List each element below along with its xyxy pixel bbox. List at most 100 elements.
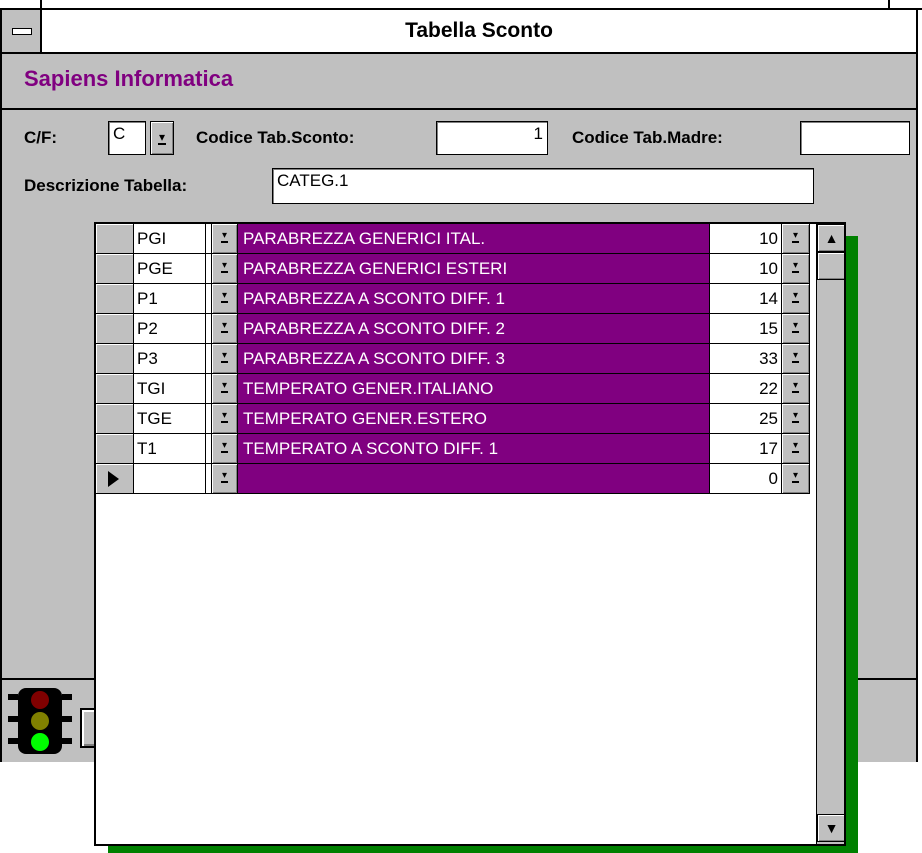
description-cell[interactable] <box>238 464 710 494</box>
cf-dropdown-button[interactable]: ▾ <box>150 121 174 155</box>
row-selector[interactable] <box>96 374 134 404</box>
vertical-scrollbar[interactable]: ▲ ▼ <box>816 224 844 844</box>
table-row: ▾ 0 ▾ <box>96 464 816 494</box>
value-dropdown-button[interactable]: ▾ <box>782 404 810 434</box>
dropdown-arrow-icon: ▾ <box>220 320 229 333</box>
code-dropdown-button[interactable]: ▾ <box>212 314 238 344</box>
dropdown-arrow-icon: ▾ <box>157 130 167 145</box>
value-dropdown-button[interactable]: ▾ <box>782 224 810 254</box>
code-cell[interactable]: P1 <box>134 284 206 314</box>
dropdown-arrow-icon: ▾ <box>220 350 229 363</box>
dropdown-arrow-icon: ▾ <box>220 290 229 303</box>
discount-value-cell[interactable]: 0 <box>710 464 782 494</box>
dropdown-arrow-icon: ▾ <box>791 320 800 333</box>
description-cell[interactable]: PARABREZZA GENERICI ITAL. <box>238 224 710 254</box>
row-selector[interactable] <box>96 404 134 434</box>
codice-sconto-label: Codice Tab.Sconto: <box>196 128 355 147</box>
system-menu-icon <box>12 28 32 35</box>
cf-field[interactable]: C <box>108 121 146 155</box>
table-row: PGE ▾ PARABREZZA GENERICI ESTERI 10 ▾ <box>96 254 816 284</box>
code-cell[interactable]: P3 <box>134 344 206 374</box>
row-selector[interactable] <box>96 224 134 254</box>
description-cell[interactable]: TEMPERATO GENER.ITALIANO <box>238 374 710 404</box>
row-selector[interactable] <box>96 344 134 374</box>
row-selector[interactable] <box>96 434 134 464</box>
background-strip <box>0 0 922 10</box>
value-dropdown-button[interactable]: ▾ <box>782 374 810 404</box>
table-row: T1 ▾ TEMPERATO A SCONTO DIFF. 1 17 ▾ <box>96 434 816 464</box>
codice-madre-field[interactable] <box>800 121 910 155</box>
code-dropdown-button[interactable]: ▾ <box>212 404 238 434</box>
dropdown-arrow-icon: ▾ <box>791 470 800 483</box>
code-dropdown-button[interactable]: ▾ <box>212 284 238 314</box>
dropdown-arrow-icon: ▾ <box>791 230 800 243</box>
dropdown-arrow-icon: ▾ <box>220 440 229 453</box>
dropdown-arrow-icon: ▾ <box>791 350 800 363</box>
row-selector[interactable] <box>96 464 134 494</box>
codice-madre-label: Codice Tab.Madre: <box>572 128 723 147</box>
code-cell[interactable]: TGE <box>134 404 206 434</box>
description-cell[interactable]: PARABREZZA A SCONTO DIFF. 2 <box>238 314 710 344</box>
scroll-up-button[interactable]: ▲ <box>817 224 844 252</box>
value-dropdown-button[interactable]: ▾ <box>782 284 810 314</box>
value-dropdown-button[interactable]: ▾ <box>782 464 810 494</box>
description-cell[interactable]: PARABREZZA A SCONTO DIFF. 1 <box>238 284 710 314</box>
discount-value-cell[interactable]: 25 <box>710 404 782 434</box>
codice-sconto-field[interactable]: 1 <box>436 121 548 155</box>
descrizione-label: Descrizione Tabella: <box>24 176 188 195</box>
table-row: PGI ▾ PARABREZZA GENERICI ITAL. 10 ▾ <box>96 224 816 254</box>
company-name: Sapiens Informatica <box>24 66 234 91</box>
value-dropdown-button[interactable]: ▾ <box>782 254 810 284</box>
dropdown-arrow-icon: ▾ <box>791 260 800 273</box>
discount-value-cell[interactable]: 14 <box>710 284 782 314</box>
table-row: TGI ▾ TEMPERATO GENER.ITALIANO 22 ▾ <box>96 374 816 404</box>
discount-value-cell[interactable]: 33 <box>710 344 782 374</box>
scroll-up-arrow-icon: ▲ <box>824 230 839 246</box>
description-cell[interactable]: PARABREZZA GENERICI ESTERI <box>238 254 710 284</box>
header-divider <box>2 108 916 110</box>
description-cell[interactable]: TEMPERATO GENER.ESTERO <box>238 404 710 434</box>
dropdown-arrow-icon: ▾ <box>220 380 229 393</box>
value-dropdown-button[interactable]: ▾ <box>782 344 810 374</box>
code-cell[interactable]: PGI <box>134 224 206 254</box>
code-dropdown-button[interactable]: ▾ <box>212 434 238 464</box>
dropdown-arrow-icon: ▾ <box>220 260 229 273</box>
description-cell[interactable]: TEMPERATO A SCONTO DIFF. 1 <box>238 434 710 464</box>
cf-label: C/F: <box>24 128 58 147</box>
table-row: TGE ▾ TEMPERATO GENER.ESTERO 25 ▾ <box>96 404 816 434</box>
scroll-down-arrow-icon: ▼ <box>824 820 839 836</box>
description-cell[interactable]: PARABREZZA A SCONTO DIFF. 3 <box>238 344 710 374</box>
row-selector[interactable] <box>96 314 134 344</box>
dropdown-arrow-icon: ▾ <box>791 410 800 423</box>
dropdown-arrow-icon: ▾ <box>791 290 800 303</box>
code-dropdown-button[interactable]: ▾ <box>212 224 238 254</box>
code-cell[interactable]: T1 <box>134 434 206 464</box>
code-cell[interactable]: P2 <box>134 314 206 344</box>
descrizione-field[interactable]: CATEG.1 <box>272 168 814 204</box>
system-menu-button[interactable] <box>2 10 42 52</box>
code-dropdown-button[interactable]: ▾ <box>212 254 238 284</box>
discount-value-cell[interactable]: 10 <box>710 224 782 254</box>
code-dropdown-button[interactable]: ▾ <box>212 344 238 374</box>
discount-value-cell[interactable]: 10 <box>710 254 782 284</box>
value-dropdown-button[interactable]: ▾ <box>782 314 810 344</box>
discount-table: PGI ▾ PARABREZZA GENERICI ITAL. 10 ▾ PGE ▾ PARA… <box>94 222 846 846</box>
current-row-pointer-icon <box>108 471 119 487</box>
code-cell[interactable] <box>134 464 206 494</box>
row-selector[interactable] <box>96 254 134 284</box>
scroll-thumb[interactable] <box>817 252 844 280</box>
code-dropdown-button[interactable]: ▾ <box>212 464 238 494</box>
window-title: Tabella Sconto <box>405 19 553 42</box>
code-cell[interactable]: PGE <box>134 254 206 284</box>
scroll-down-button[interactable]: ▼ <box>817 814 844 842</box>
code-cell[interactable]: TGI <box>134 374 206 404</box>
dropdown-arrow-icon: ▾ <box>220 470 229 483</box>
code-dropdown-button[interactable]: ▾ <box>212 374 238 404</box>
title-bar: Tabella Sconto <box>2 10 916 54</box>
row-selector[interactable] <box>96 284 134 314</box>
value-dropdown-button[interactable]: ▾ <box>782 434 810 464</box>
discount-value-cell[interactable]: 15 <box>710 314 782 344</box>
discount-value-cell[interactable]: 22 <box>710 374 782 404</box>
discount-value-cell[interactable]: 17 <box>710 434 782 464</box>
table-row: P1 ▾ PARABREZZA A SCONTO DIFF. 1 14 ▾ <box>96 284 816 314</box>
